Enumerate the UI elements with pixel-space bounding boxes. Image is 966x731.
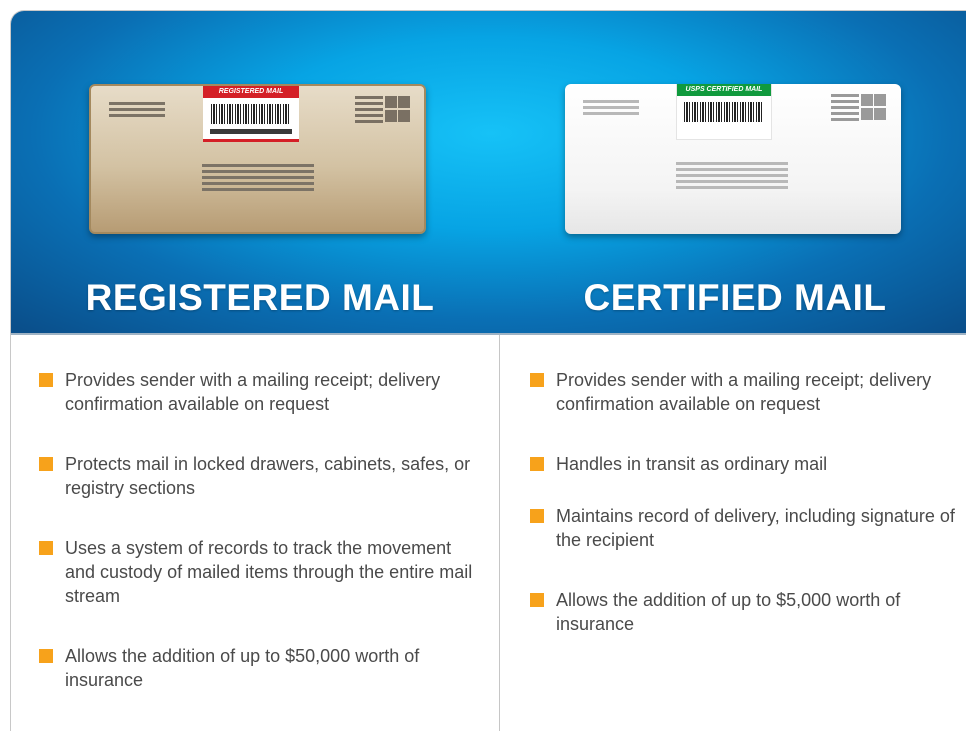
certified-features-list: Provides sender with a mailing receipt; … xyxy=(530,368,966,636)
bullet-square-icon xyxy=(39,541,53,555)
barcode-bar xyxy=(210,129,292,134)
feature-text: Provides sender with a mailing receipt; … xyxy=(556,370,932,414)
list-item: Maintains record of delivery, including … xyxy=(530,504,966,552)
bullet-square-icon xyxy=(39,373,53,387)
recipient-address-lines xyxy=(676,162,788,192)
feature-text: Allows the addition of up to $5,000 wort… xyxy=(556,590,901,634)
header-banner: REGISTERED MAIL USPS CERTIFIED MAIL REGI… xyxy=(11,11,966,335)
bullet-square-icon xyxy=(530,593,544,607)
postage-stamp-icon xyxy=(355,96,410,126)
feature-text: Provides sender with a mailing receipt; … xyxy=(65,370,441,414)
barcode-icon xyxy=(211,104,291,124)
certified-envelope-illustration: USPS CERTIFIED MAIL xyxy=(565,84,901,234)
feature-text: Uses a system of records to track the mo… xyxy=(65,538,473,606)
list-item: Allows the addition of up to $50,000 wor… xyxy=(39,644,479,692)
recipient-address-lines xyxy=(202,164,314,194)
feature-text: Allows the addition of up to $50,000 wor… xyxy=(65,646,420,690)
list-item: Provides sender with a mailing receipt; … xyxy=(39,368,479,416)
bullet-square-icon xyxy=(39,457,53,471)
postage-stamp-icon xyxy=(831,94,886,124)
feature-text: Handles in transit as ordinary mail xyxy=(556,454,828,474)
certified-mail-heading: CERTIFIED MAIL xyxy=(583,277,887,318)
feature-text: Maintains record of delivery, including … xyxy=(556,506,955,550)
list-item: Provides sender with a mailing receipt; … xyxy=(530,368,966,416)
barcode-icon xyxy=(684,102,764,122)
comparison-frame: REGISTERED MAIL USPS CERTIFIED MAIL REGI… xyxy=(10,10,966,731)
registered-mail-heading: REGISTERED MAIL xyxy=(85,277,435,318)
certified-label-text: USPS CERTIFIED MAIL xyxy=(677,84,771,96)
return-address-lines xyxy=(583,100,639,118)
return-address-lines xyxy=(109,102,165,120)
bullet-square-icon xyxy=(530,373,544,387)
registered-mail-label: REGISTERED MAIL xyxy=(203,86,299,142)
bullet-square-icon xyxy=(530,509,544,523)
column-divider xyxy=(499,335,500,731)
bullet-square-icon xyxy=(530,457,544,471)
list-item: Handles in transit as ordinary mail xyxy=(530,452,966,476)
registered-label-text: REGISTERED MAIL xyxy=(203,86,299,98)
feature-text: Protects mail in locked drawers, cabinet… xyxy=(65,454,471,498)
registered-envelope-illustration: REGISTERED MAIL xyxy=(89,84,426,234)
certified-mail-label: USPS CERTIFIED MAIL xyxy=(676,84,772,140)
list-item: Protects mail in locked drawers, cabinet… xyxy=(39,452,479,500)
list-item: Uses a system of records to track the mo… xyxy=(39,536,479,608)
list-item: Allows the addition of up to $5,000 wort… xyxy=(530,588,966,636)
bullet-square-icon xyxy=(39,649,53,663)
registered-features-list: Provides sender with a mailing receipt; … xyxy=(39,368,479,692)
